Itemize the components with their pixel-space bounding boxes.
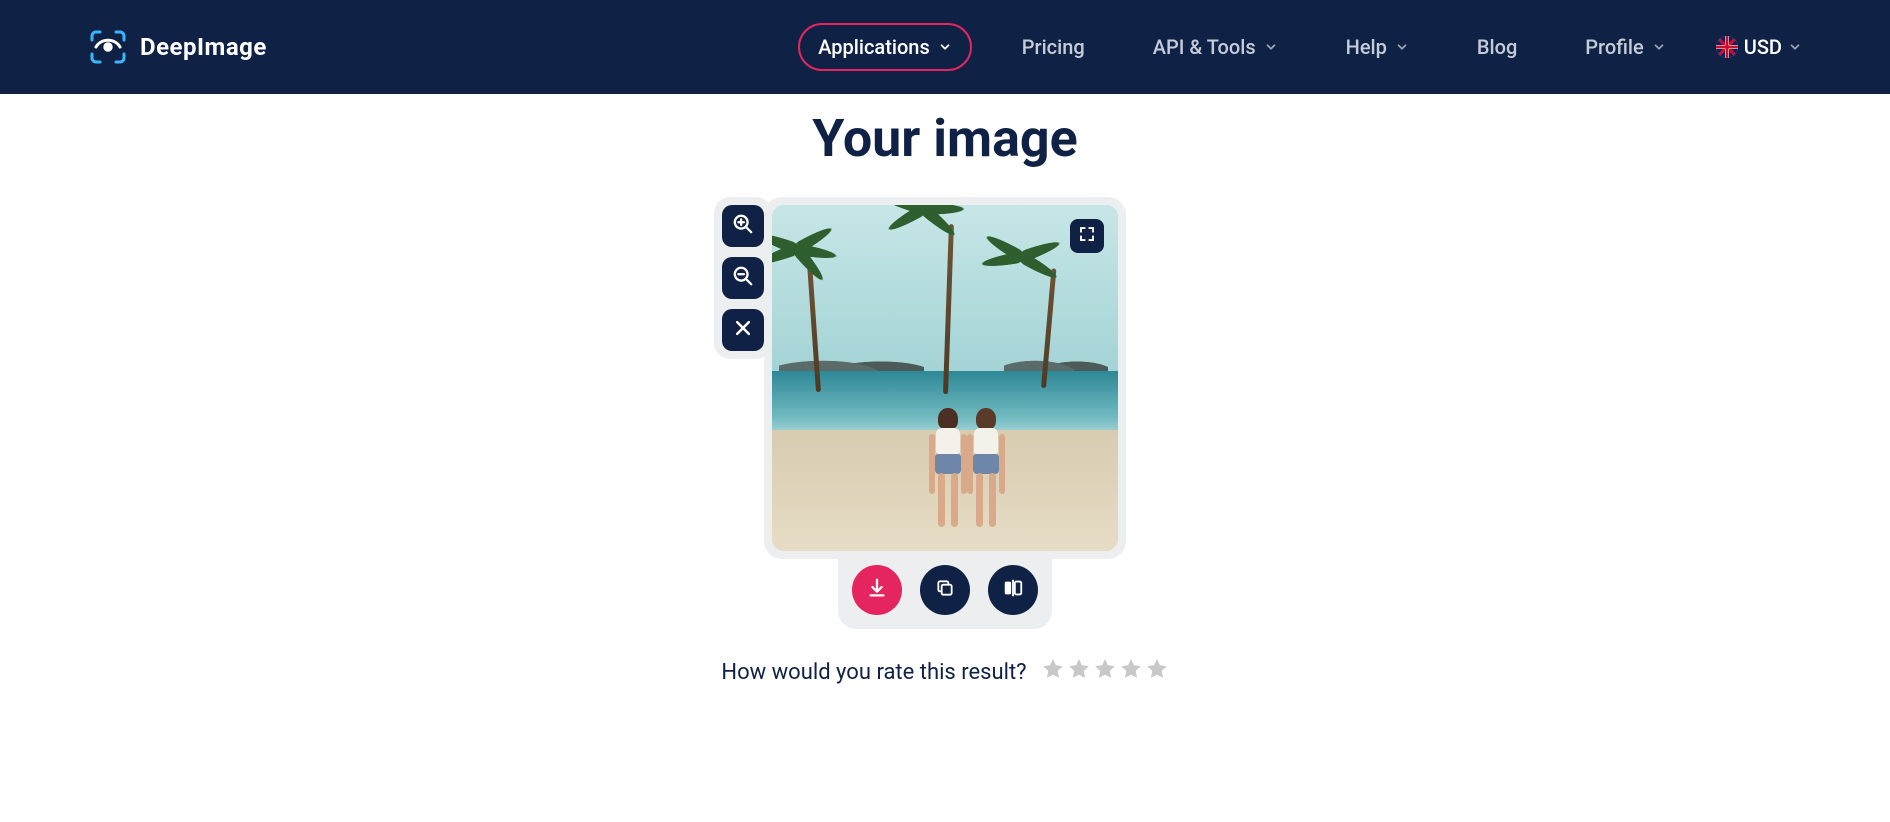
star-2[interactable] <box>1067 657 1091 687</box>
chevron-down-icon <box>1652 40 1666 54</box>
figure-person <box>969 408 1003 527</box>
star-3[interactable] <box>1093 657 1117 687</box>
download-button[interactable] <box>852 565 902 615</box>
brand-name: DeepImage <box>140 33 267 61</box>
nav-applications-label: Applications <box>818 35 930 59</box>
bottom-toolbar <box>838 555 1052 629</box>
star-5[interactable] <box>1145 657 1169 687</box>
nav-pricing-label: Pricing <box>1022 35 1085 59</box>
result-image <box>772 205 1118 551</box>
nav-api-tools-label: API & Tools <box>1153 35 1256 59</box>
rating-stars <box>1041 657 1169 687</box>
brand-logo-icon <box>88 30 128 64</box>
nav-pricing[interactable]: Pricing <box>1004 25 1103 69</box>
currency-label: USD <box>1744 35 1782 59</box>
zoom-in-icon <box>732 213 754 239</box>
nav-profile-label: Profile <box>1585 35 1643 59</box>
nav-profile[interactable]: Profile <box>1567 25 1683 69</box>
rating-prompt: How would you rate this result? <box>721 660 1026 685</box>
compare-icon <box>1002 577 1024 603</box>
side-toolbar <box>714 197 772 359</box>
chevron-down-icon <box>1788 40 1802 54</box>
copy-icon <box>935 578 955 602</box>
fullscreen-icon <box>1078 225 1096 247</box>
nav-blog-label: Blog <box>1477 35 1517 59</box>
zoom-out-icon <box>732 265 754 291</box>
image-workspace <box>0 197 1890 633</box>
chevron-down-icon <box>938 40 952 54</box>
image-card <box>764 197 1126 559</box>
zoom-out-button[interactable] <box>722 257 764 299</box>
compare-button[interactable] <box>988 565 1038 615</box>
main-nav: Applications Pricing API & Tools Help Bl… <box>798 23 1802 71</box>
uk-flag-icon <box>1716 36 1738 58</box>
currency-selector[interactable]: USD <box>1716 35 1802 59</box>
main-content: Your image <box>0 94 1890 687</box>
copy-button[interactable] <box>920 565 970 615</box>
chevron-down-icon <box>1264 40 1278 54</box>
rating-section: How would you rate this result? <box>0 657 1890 687</box>
nav-help-label: Help <box>1346 35 1387 59</box>
star-1[interactable] <box>1041 657 1065 687</box>
chevron-down-icon <box>1395 40 1409 54</box>
close-icon <box>733 318 753 342</box>
figure-person <box>931 408 965 527</box>
page-title: Your image <box>0 108 1890 169</box>
zoom-in-button[interactable] <box>722 205 764 247</box>
close-button[interactable] <box>722 309 764 351</box>
nav-help[interactable]: Help <box>1328 25 1427 69</box>
brand-logo[interactable]: DeepImage <box>88 30 267 64</box>
download-icon <box>866 577 888 603</box>
fullscreen-button[interactable] <box>1070 219 1104 253</box>
nav-api-tools[interactable]: API & Tools <box>1135 25 1296 69</box>
app-header: DeepImage Applications Pricing API & Too… <box>0 0 1890 94</box>
star-4[interactable] <box>1119 657 1143 687</box>
nav-blog[interactable]: Blog <box>1459 25 1535 69</box>
nav-applications[interactable]: Applications <box>798 23 972 71</box>
